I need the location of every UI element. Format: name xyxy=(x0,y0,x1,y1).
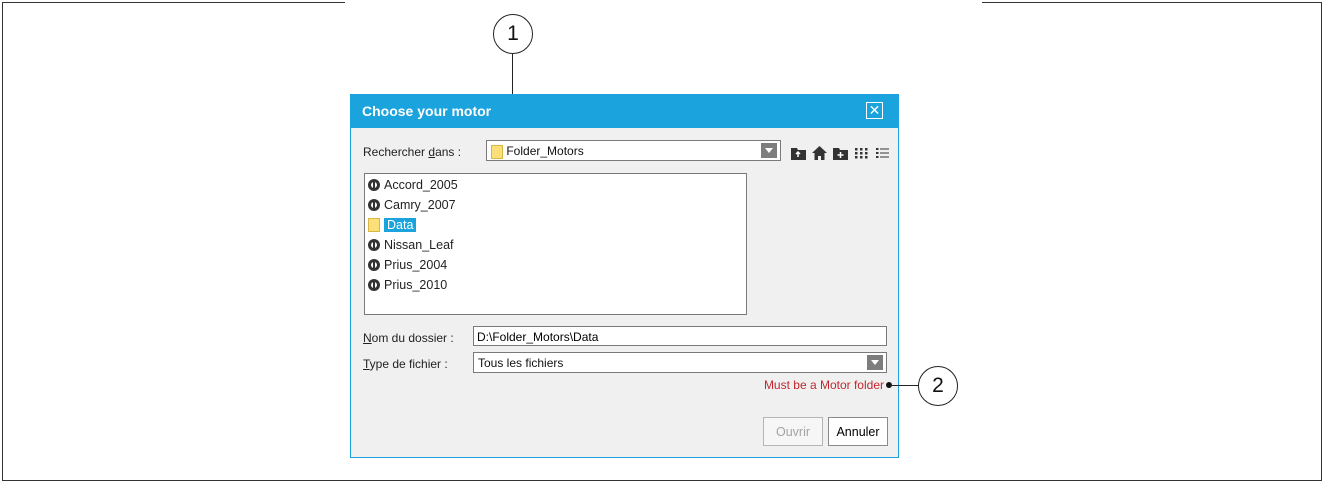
chevron-down-icon[interactable] xyxy=(867,355,883,370)
list-item-label: Camry_2007 xyxy=(384,198,456,212)
list-view-icon[interactable] xyxy=(853,145,870,161)
look-in-value-wrap: Folder_Motors xyxy=(491,144,584,159)
list-item-label: Nissan_Leaf xyxy=(384,238,454,252)
details-view-icon[interactable] xyxy=(874,145,891,161)
folder-name-label: Nom du dossier : xyxy=(363,331,454,345)
list-item[interactable]: Prius_2010 xyxy=(368,276,447,294)
up-folder-icon[interactable] xyxy=(790,145,807,161)
chevron-down-icon[interactable] xyxy=(761,143,777,158)
motor-icon xyxy=(368,259,380,271)
folder-icon xyxy=(368,218,380,232)
list-item-label: Data xyxy=(384,218,417,232)
motor-icon xyxy=(368,239,380,251)
callout-2: 2 xyxy=(918,366,958,406)
list-item-label: Prius_2010 xyxy=(384,278,448,292)
close-icon[interactable]: ✕ xyxy=(866,102,883,119)
callout-2-leader xyxy=(890,385,919,386)
cancel-button[interactable]: Annuler xyxy=(828,417,888,446)
folder-name-field[interactable]: D:\Folder_Motors\Data xyxy=(473,326,887,346)
folder-icon xyxy=(491,144,503,159)
look-in-combo[interactable]: Folder_Motors xyxy=(486,140,781,161)
list-item[interactable]: Nissan_Leaf xyxy=(368,236,454,254)
look-in-value: Folder_Motors xyxy=(506,144,584,158)
file-type-select[interactable]: Tous les fichiers xyxy=(473,352,887,373)
list-item[interactable]: Camry_2007 xyxy=(368,196,456,214)
file-type-value: Tous les fichiers xyxy=(478,356,564,370)
file-list[interactable]: Accord_2005 Camry_2007 Data Nissan_Leaf … xyxy=(364,173,747,315)
frame-top-left xyxy=(2,2,345,3)
list-item-label: Prius_2004 xyxy=(384,258,448,272)
choose-motor-dialog: Choose your motor ✕ Rechercher dans : Fo… xyxy=(350,94,899,458)
motor-icon xyxy=(368,179,380,191)
title-bar: Choose your motor ✕ xyxy=(351,95,898,128)
toolbar xyxy=(790,145,891,161)
list-item[interactable]: Prius_2004 xyxy=(368,256,447,274)
motor-icon xyxy=(368,199,380,211)
list-item-label: Accord_2005 xyxy=(384,178,458,192)
motor-icon xyxy=(368,279,380,291)
dialog-title: Choose your motor xyxy=(362,103,492,119)
frame-top-right xyxy=(982,2,1322,3)
folder-name-value: D:\Folder_Motors\Data xyxy=(477,330,599,344)
list-item[interactable]: Accord_2005 xyxy=(368,176,458,194)
new-folder-icon[interactable] xyxy=(832,145,849,161)
callout-2-number: 2 xyxy=(932,374,944,397)
home-icon[interactable] xyxy=(811,145,828,161)
callout-1-number: 1 xyxy=(507,22,519,45)
open-button[interactable]: Ouvrir xyxy=(763,417,823,446)
list-item-selected[interactable]: Data xyxy=(368,216,417,234)
callout-1: 1 xyxy=(493,14,533,54)
file-type-label: Type de fichier : xyxy=(363,357,448,371)
look-in-label: Rechercher dans : xyxy=(363,145,462,159)
warning-message: Must be a Motor folder xyxy=(763,378,884,392)
